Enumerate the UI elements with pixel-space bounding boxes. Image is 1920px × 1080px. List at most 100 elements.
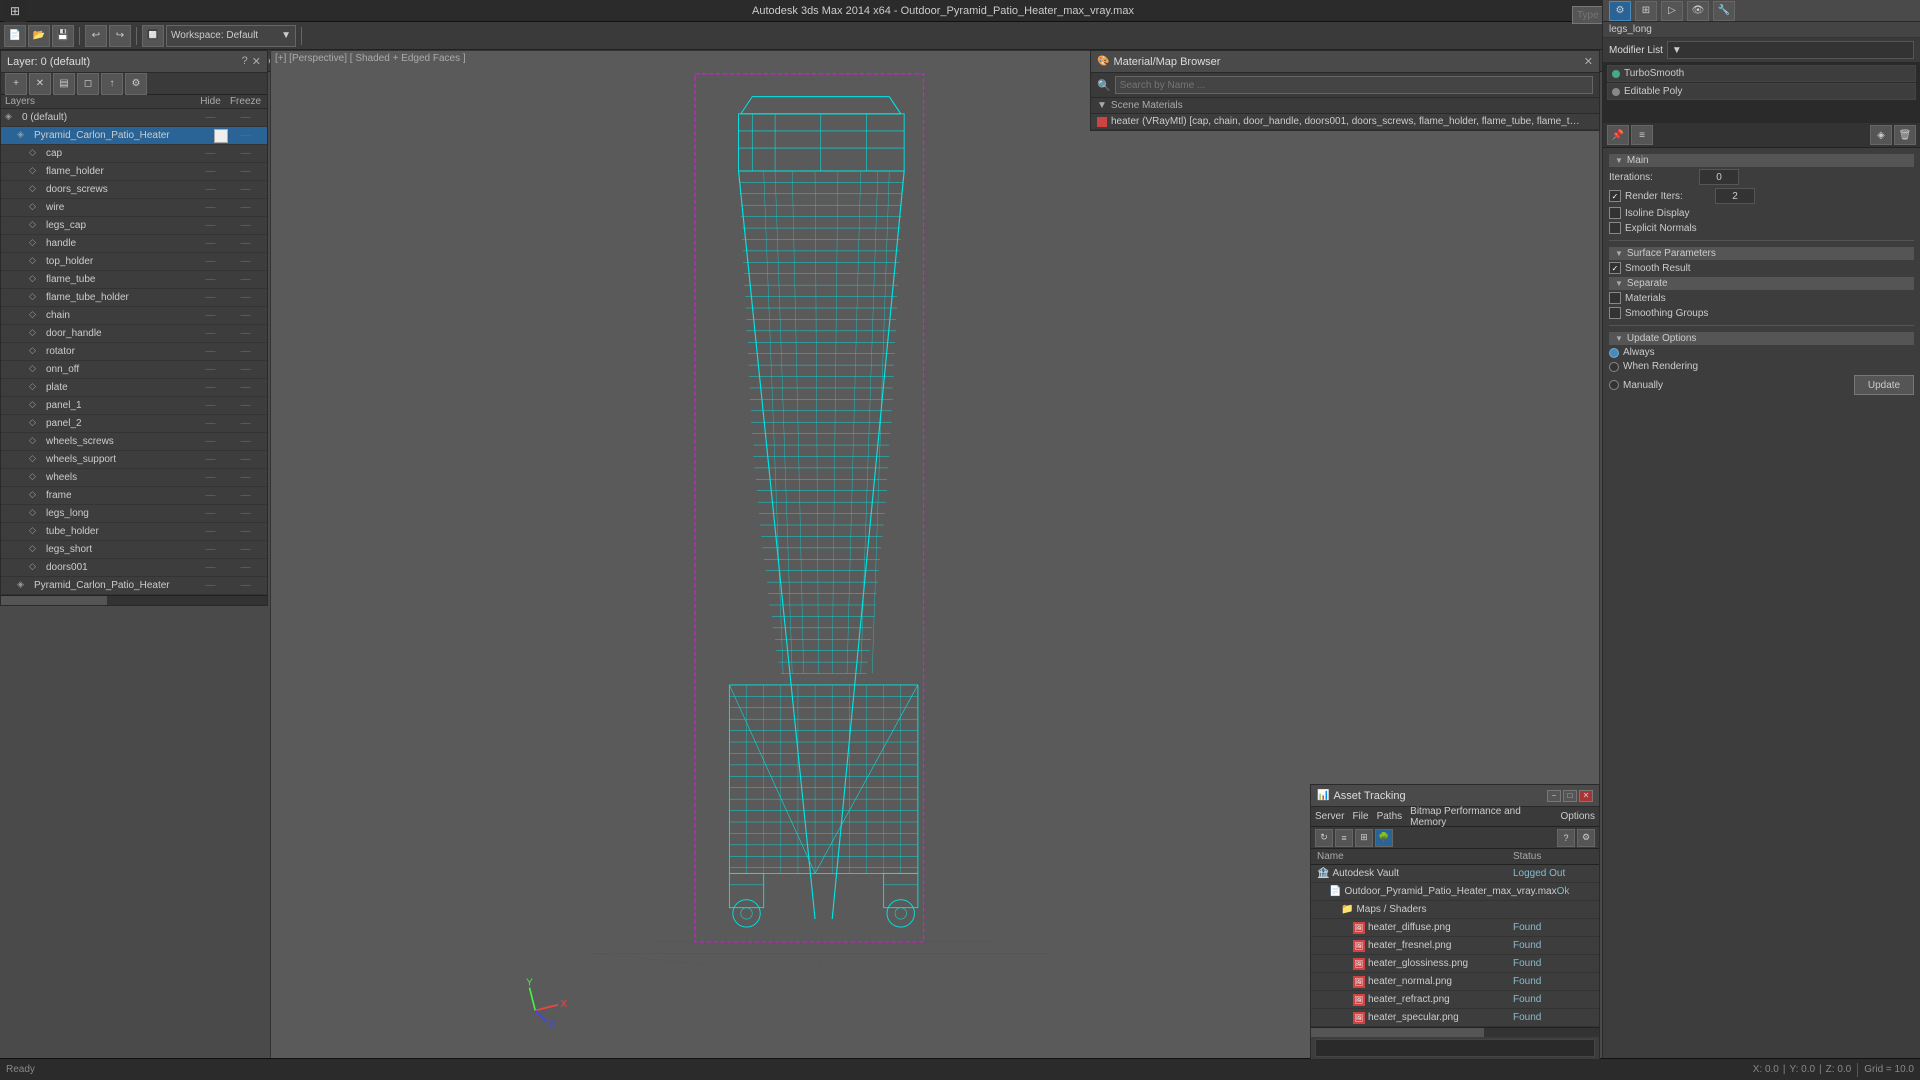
layer-item-rotator[interactable]: ◇ rotator — — bbox=[1, 343, 267, 361]
layer-item-wheels-screws[interactable]: ◇ wheels_screws — — bbox=[1, 433, 267, 451]
at-tree-btn[interactable]: 🌳 bbox=[1375, 829, 1393, 847]
ts-separate-header[interactable]: Separate bbox=[1609, 277, 1914, 290]
make-unique-icon[interactable]: ◈ bbox=[1870, 125, 1892, 145]
iterations-input[interactable] bbox=[1699, 169, 1739, 185]
update-button[interactable]: Update bbox=[1854, 375, 1914, 395]
smooth-result-checkbox[interactable] bbox=[1609, 262, 1621, 274]
layer-item-doors-screws[interactable]: ◇ doors_screws — — bbox=[1, 181, 267, 199]
at-row-glossiness[interactable]: 🖼 heater_glossiness.png Found bbox=[1311, 955, 1599, 973]
at-minimize-btn[interactable]: − bbox=[1547, 790, 1561, 802]
render-iters-checkbox[interactable] bbox=[1609, 190, 1621, 202]
layer-add-obj-btn[interactable]: ▤ bbox=[53, 73, 75, 95]
layer-item-panel1[interactable]: ◇ panel_1 — — bbox=[1, 397, 267, 415]
remove-modifier-icon[interactable]: 🗑 bbox=[1894, 125, 1916, 145]
mb-heater-material[interactable]: heater (VRayMtl) [cap, chain, door_handl… bbox=[1091, 114, 1599, 130]
at-menu-options[interactable]: Options bbox=[1561, 811, 1595, 822]
utilities-icon[interactable]: 🔧 bbox=[1713, 1, 1735, 21]
redo-btn[interactable]: ↪ bbox=[109, 25, 131, 47]
manually-radio[interactable] bbox=[1609, 380, 1619, 390]
layer-new-btn[interactable]: + bbox=[5, 73, 27, 95]
at-scrollbar[interactable] bbox=[1311, 1027, 1599, 1037]
at-row-autodesk-vault[interactable]: 🏦 Autodesk Vault Logged Out bbox=[1311, 865, 1599, 883]
layer-item-legs-cap[interactable]: ◇ legs_cap — — bbox=[1, 217, 267, 235]
at-refresh-btn[interactable]: ↻ bbox=[1315, 829, 1333, 847]
ts-main-header[interactable]: Main bbox=[1609, 154, 1914, 167]
layer-item-frame[interactable]: ◇ frame — — bbox=[1, 487, 267, 505]
save-file-btn[interactable]: 💾 bbox=[52, 25, 74, 47]
at-menu-bitmap[interactable]: Bitmap Performance and Memory bbox=[1410, 806, 1552, 828]
layer-item-top-holder[interactable]: ◇ top_holder — — bbox=[1, 253, 267, 271]
layer-item-tube-holder[interactable]: ◇ tube_holder — — bbox=[1, 523, 267, 541]
pin-icon[interactable]: 📌 bbox=[1607, 125, 1629, 145]
layer-item-handle[interactable]: ◇ handle — — bbox=[1, 235, 267, 253]
smoothing-groups-checkbox[interactable] bbox=[1609, 307, 1621, 319]
materials-checkbox[interactable] bbox=[1609, 292, 1621, 304]
at-row-specular[interactable]: 🖼 heater_specular.png Found bbox=[1311, 1009, 1599, 1027]
explicit-normals-checkbox[interactable] bbox=[1609, 222, 1621, 234]
layer-item-plate[interactable]: ◇ plate — — bbox=[1, 379, 267, 397]
at-help-icon[interactable]: ? bbox=[1557, 829, 1575, 847]
at-menu-paths[interactable]: Paths bbox=[1377, 811, 1403, 822]
layer-item-wheels-support[interactable]: ◇ wheels_support — — bbox=[1, 451, 267, 469]
at-row-normal[interactable]: 🖼 heater_normal.png Found bbox=[1311, 973, 1599, 991]
layer-item-onn-off[interactable]: ◇ onn_off — — bbox=[1, 361, 267, 379]
at-row-fresnel[interactable]: 🖼 heater_fresnel.png Found bbox=[1311, 937, 1599, 955]
modifier-turbosmooth[interactable]: TurboSmooth bbox=[1607, 65, 1916, 82]
at-close-btn[interactable]: ✕ bbox=[1579, 790, 1593, 802]
render-setup-btn[interactable]: 🔲 bbox=[142, 25, 164, 47]
ts-surface-header[interactable]: Surface Parameters bbox=[1609, 247, 1914, 260]
stack-config-icon[interactable]: ≡ bbox=[1631, 125, 1653, 145]
layer-move-btn[interactable]: ↑ bbox=[101, 73, 123, 95]
object-name-field[interactable]: legs_long bbox=[1603, 22, 1920, 38]
render-iters-input[interactable] bbox=[1715, 188, 1755, 204]
modifier-list-dropdown[interactable]: ▼ bbox=[1667, 41, 1914, 59]
layer-delete-btn[interactable]: ✕ bbox=[29, 73, 51, 95]
when-rendering-radio[interactable] bbox=[1609, 362, 1619, 372]
layer-item-door-handle[interactable]: ◇ door_handle — — bbox=[1, 325, 267, 343]
layer-item-legs-short[interactable]: ◇ legs_short — — bbox=[1, 541, 267, 559]
layer-item-doors001[interactable]: ◇ doors001 — — bbox=[1, 559, 267, 577]
at-row-refract[interactable]: 🖼 heater_refract.png Found bbox=[1311, 991, 1599, 1009]
isoline-checkbox[interactable] bbox=[1609, 207, 1621, 219]
workspace-dropdown[interactable]: Workspace: Default ▼ bbox=[166, 25, 296, 47]
at-grid-btn[interactable]: ⊞ bbox=[1355, 829, 1373, 847]
layer-item-flame-tube-holder[interactable]: ◇ flame_tube_holder — — bbox=[1, 289, 267, 307]
at-input-bar[interactable] bbox=[1315, 1039, 1595, 1057]
layers-help-btn[interactable]: ? bbox=[242, 55, 248, 68]
display-icon[interactable]: 👁 bbox=[1687, 1, 1709, 21]
hierarchy-icon[interactable]: ⊞ bbox=[1635, 1, 1657, 21]
layers-close-btn[interactable]: ✕ bbox=[252, 55, 261, 68]
at-settings-btn[interactable]: ⚙ bbox=[1577, 829, 1595, 847]
at-row-diffuse[interactable]: 🖼 heater_diffuse.png Found bbox=[1311, 919, 1599, 937]
ts-update-header[interactable]: Update Options bbox=[1609, 332, 1914, 345]
at-menu-file[interactable]: File bbox=[1352, 811, 1368, 822]
modifier-editable-poly[interactable]: Editable Poly bbox=[1607, 83, 1916, 100]
at-list-btn[interactable]: ≡ bbox=[1335, 829, 1353, 847]
undo-btn[interactable]: ↩ bbox=[85, 25, 107, 47]
at-row-maps-folder[interactable]: 📁 Maps / Shaders bbox=[1311, 901, 1599, 919]
layer-item-flame-holder[interactable]: ◇ flame_holder — — bbox=[1, 163, 267, 181]
layer-props-btn[interactable]: ⚙ bbox=[125, 73, 147, 95]
at-row-max-file[interactable]: 📄 Outdoor_Pyramid_Patio_Heater_max_vray.… bbox=[1311, 883, 1599, 901]
layer-item-cap[interactable]: ◇ cap — — bbox=[1, 145, 267, 163]
layer-item-0-default[interactable]: ◈ 0 (default) — — bbox=[1, 109, 267, 127]
layer-scrollbar[interactable] bbox=[1, 595, 267, 605]
at-menu-server[interactable]: Server bbox=[1315, 811, 1344, 822]
mb-close-btn[interactable]: ✕ bbox=[1584, 55, 1593, 68]
new-file-btn[interactable]: 📄 bbox=[4, 25, 26, 47]
mb-scene-section[interactable]: ▼ Scene Materials bbox=[1091, 98, 1599, 114]
layer-item-legs-long[interactable]: ◇ legs_long — — bbox=[1, 505, 267, 523]
always-radio[interactable] bbox=[1609, 348, 1619, 358]
motion-icon[interactable]: ▷ bbox=[1661, 1, 1683, 21]
mb-search-input[interactable] bbox=[1115, 76, 1593, 94]
open-file-btn[interactable]: 📂 bbox=[28, 25, 50, 47]
at-maximize-btn[interactable]: □ bbox=[1563, 790, 1577, 802]
layer-item-wire[interactable]: ◇ wire — — bbox=[1, 199, 267, 217]
layer-item-flame-tube[interactable]: ◇ flame_tube — — bbox=[1, 271, 267, 289]
layer-item-chain[interactable]: ◇ chain — — bbox=[1, 307, 267, 325]
layer-item-pyramid-root[interactable]: ◈ Pyramid_Carlon_Patio_Heater — — bbox=[1, 577, 267, 595]
layer-select-btn[interactable]: ◻ bbox=[77, 73, 99, 95]
layer-item-wheels[interactable]: ◇ wheels — — bbox=[1, 469, 267, 487]
layer-item-pyramid-main[interactable]: ◈ Pyramid_Carlon_Patio_Heater — bbox=[1, 127, 267, 145]
modifier-icon[interactable]: ⚙ bbox=[1609, 1, 1631, 21]
